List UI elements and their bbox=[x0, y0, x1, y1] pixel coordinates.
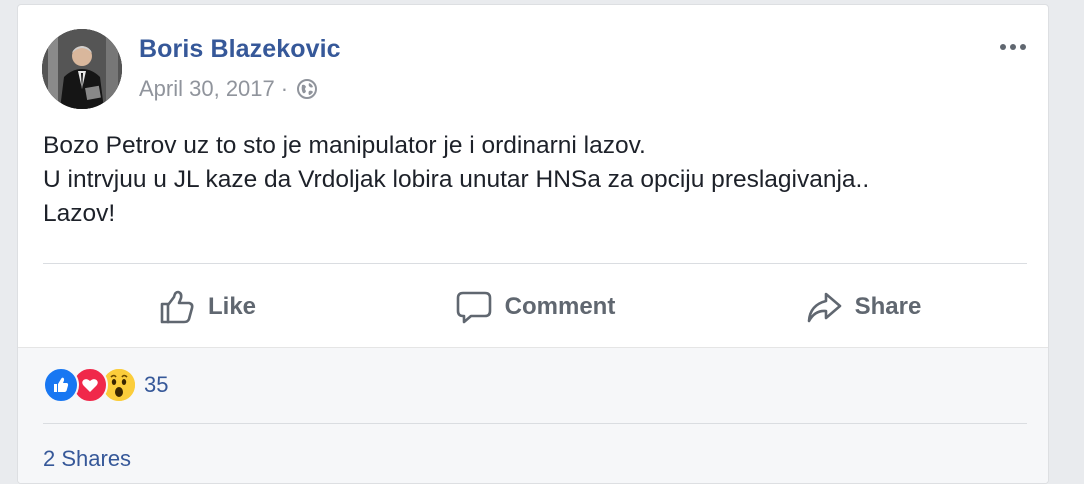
ellipsis-icon bbox=[1000, 44, 1026, 50]
meta-separator: · bbox=[280, 76, 289, 101]
share-button[interactable]: Share bbox=[699, 267, 1027, 347]
reaction-count[interactable]: 35 bbox=[144, 372, 168, 398]
post-text: Bozo Petrov uz to sto je manipulator je … bbox=[43, 129, 1033, 231]
more-options-button[interactable] bbox=[998, 35, 1028, 59]
comment-label: Comment bbox=[504, 293, 616, 320]
author-name[interactable]: Boris Blazekovic bbox=[139, 35, 341, 64]
footer-divider bbox=[43, 423, 1027, 424]
reactions-summary[interactable]: 35 bbox=[43, 367, 168, 403]
post-date[interactable]: April 30, 2017 bbox=[139, 76, 275, 102]
share-arrow-icon bbox=[807, 292, 841, 323]
comment-icon bbox=[456, 291, 491, 324]
post-text-line: Bozo Petrov uz to sto je manipulator je … bbox=[43, 132, 646, 159]
post-text-line: U intrvjuu u JL kaze da Vrdoljak lobira … bbox=[43, 166, 870, 193]
globe-icon[interactable] bbox=[296, 78, 318, 100]
like-button[interactable]: Like bbox=[43, 267, 371, 347]
action-bar: Like Comment Share bbox=[43, 267, 1027, 347]
share-label: Share bbox=[854, 293, 922, 320]
shares-count[interactable]: 2 Shares bbox=[43, 446, 131, 472]
post-footer bbox=[18, 347, 1048, 483]
post-card: Boris Blazekovic April 30, 2017 · Bozo P… bbox=[17, 4, 1049, 484]
like-reaction-icon bbox=[43, 367, 79, 403]
author-avatar[interactable] bbox=[42, 29, 122, 109]
like-label: Like bbox=[207, 293, 257, 320]
post-meta: April 30, 2017 · bbox=[139, 76, 318, 102]
thumbs-up-icon bbox=[160, 290, 194, 324]
comment-button[interactable]: Comment bbox=[371, 267, 699, 347]
post-text-line: Lazov! bbox=[43, 200, 116, 227]
actions-divider bbox=[43, 263, 1027, 264]
avatar-photo bbox=[42, 29, 122, 109]
